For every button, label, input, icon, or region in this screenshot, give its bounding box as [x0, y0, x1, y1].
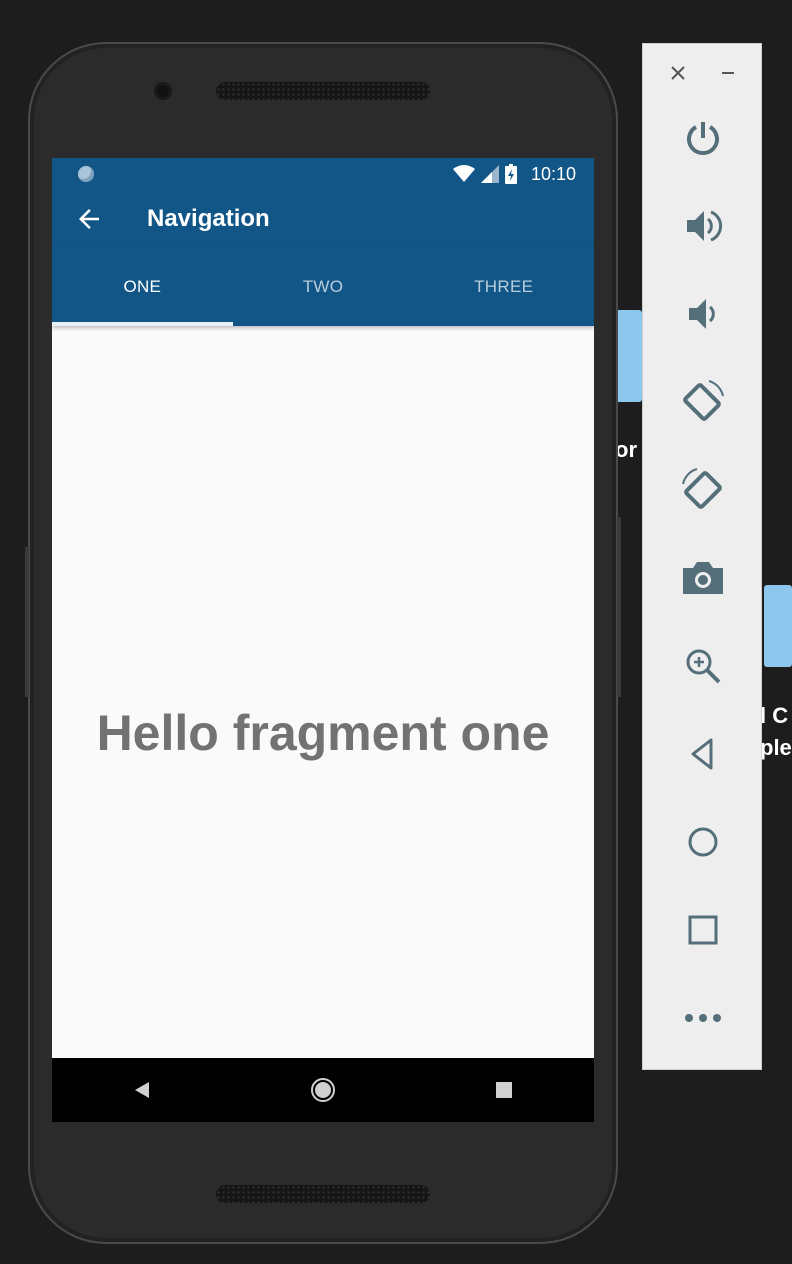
rotate-right-button[interactable]	[673, 460, 733, 520]
bottom-speaker	[216, 1185, 430, 1203]
volume-down-icon	[689, 299, 715, 329]
overview-icon	[688, 915, 718, 945]
rotate-right-icon	[682, 468, 722, 509]
screenshot-button[interactable]	[673, 548, 733, 608]
emulator-toolbar	[642, 43, 762, 1070]
phone-screen: 10:10 Navigation ONE TWO THREE Hello fra…	[52, 158, 594, 1122]
phone-side-button	[617, 517, 621, 697]
notification-icon	[78, 166, 94, 182]
volume-down-button[interactable]	[673, 284, 733, 344]
emulator-overview-button[interactable]	[673, 900, 733, 960]
recents-icon	[495, 1082, 512, 1098]
fragment-text: Hello fragment one	[96, 705, 550, 761]
back-icon	[135, 1082, 150, 1098]
status-time: 10:10	[530, 163, 576, 184]
emulator-home-button[interactable]	[673, 812, 733, 872]
home-icon	[310, 1078, 335, 1102]
signal-icon	[480, 165, 499, 183]
phone-side-button	[25, 547, 29, 697]
desktop-icon-label: l C	[760, 703, 789, 728]
status-bar: 10:10	[52, 158, 594, 190]
desktop-icon-label: or	[615, 437, 637, 462]
minimize-icon[interactable]	[719, 64, 737, 82]
nav-recents-button[interactable]	[480, 1066, 528, 1114]
tab-two[interactable]: TWO	[233, 248, 414, 326]
arrow-back-icon[interactable]	[74, 204, 104, 234]
rotate-left-icon	[683, 380, 724, 421]
rotate-left-button[interactable]	[673, 372, 733, 432]
nav-back-button[interactable]	[118, 1066, 166, 1114]
power-button[interactable]	[673, 108, 733, 168]
back-icon	[691, 738, 713, 770]
wifi-icon	[452, 165, 475, 182]
app-title: Navigation	[147, 205, 270, 232]
emulator-back-button[interactable]	[673, 724, 733, 784]
desktop-folder-icon[interactable]	[764, 585, 792, 667]
tab-three[interactable]: THREE	[413, 248, 594, 326]
more-button[interactable]	[673, 988, 733, 1048]
tab-bar: ONE TWO THREE	[52, 248, 594, 326]
zoom-icon	[686, 649, 721, 684]
app-bar: Navigation	[52, 190, 594, 248]
system-nav-bar	[52, 1058, 594, 1122]
desktop-icon-label: ple	[760, 735, 792, 760]
front-camera	[154, 82, 172, 100]
power-icon	[687, 122, 719, 156]
camera-icon	[683, 562, 723, 594]
volume-up-icon	[687, 210, 723, 242]
battery-charging-icon	[504, 164, 517, 184]
top-speaker	[216, 82, 430, 100]
tab-one[interactable]: ONE	[52, 248, 233, 326]
more-icon	[685, 1014, 721, 1022]
close-icon[interactable]	[669, 64, 687, 82]
volume-up-button[interactable]	[673, 196, 733, 256]
zoom-button[interactable]	[673, 636, 733, 696]
home-icon	[688, 827, 718, 857]
nav-home-button[interactable]	[299, 1066, 347, 1114]
phone-frame: 10:10 Navigation ONE TWO THREE Hello fra…	[25, 42, 621, 1244]
